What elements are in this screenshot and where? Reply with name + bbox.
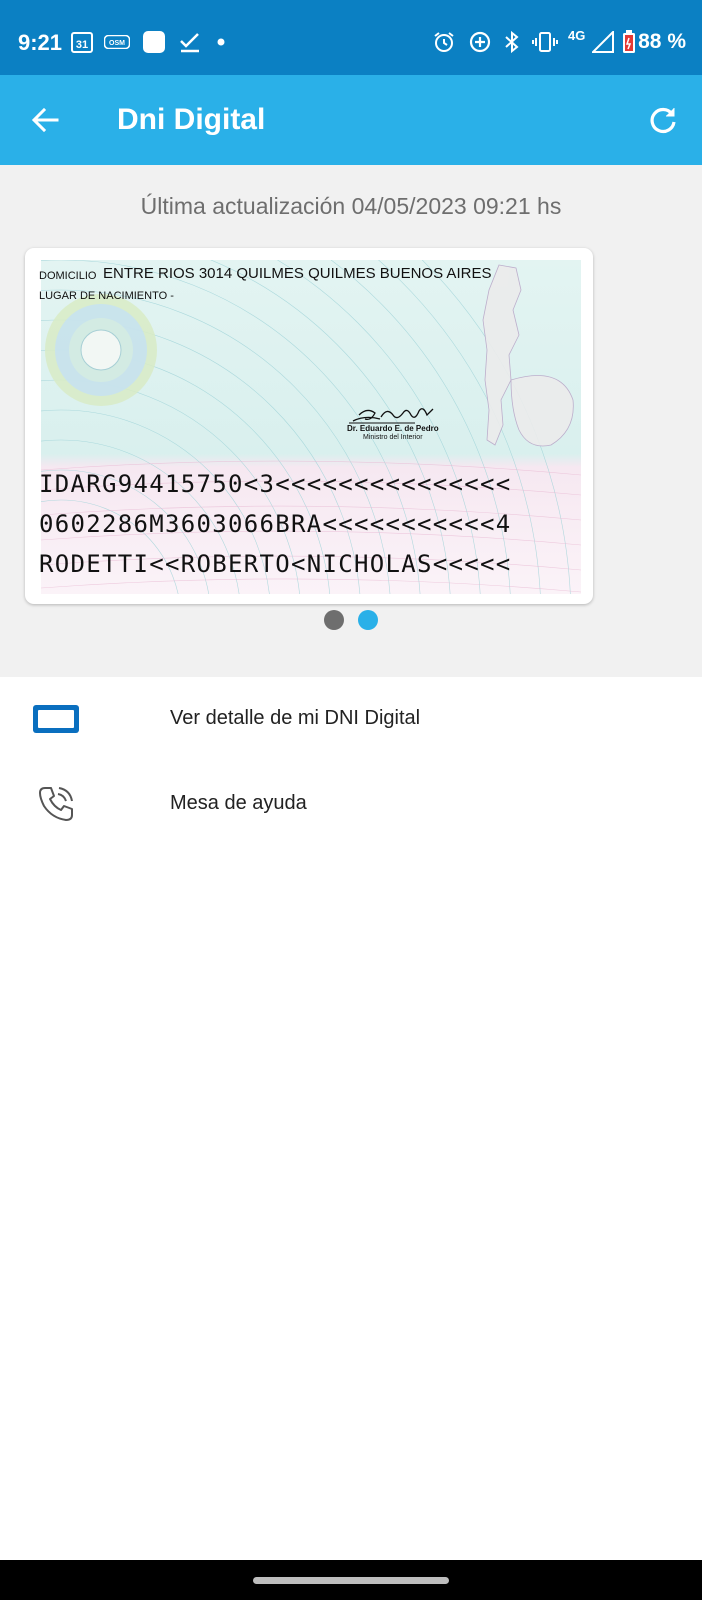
last-update-text: Última actualización 04/05/2023 09:21 hs — [140, 193, 562, 219]
dni-card-section: Última actualización 04/05/2023 09:21 hs — [0, 165, 702, 677]
signer-name: Dr. Eduardo E. de Pedro — [347, 424, 439, 433]
back-button[interactable] — [22, 97, 68, 143]
help-desk-label: Mesa de ayuda — [170, 792, 307, 814]
status-bar: 9:21 31 OSM 4G 88 % — [0, 0, 702, 75]
system-nav-bar — [0, 1560, 702, 1600]
bluetooth-icon — [502, 30, 522, 54]
page-dot-2-active[interactable] — [358, 610, 378, 630]
mrz-line-3: RODETTI<<ROBERTO<NICHOLAS<<<<< — [39, 550, 512, 578]
alarm-icon — [432, 30, 456, 54]
dni-card-back[interactable]: DOMICILIO ENTRE RIOS 3014 QUILMES QUILME… — [25, 248, 593, 604]
notification-app-icon — [142, 30, 166, 54]
security-pattern-icon — [41, 260, 581, 594]
more-notifications-dot-icon — [216, 30, 226, 54]
signer-role: Ministro del Interior — [363, 434, 423, 441]
view-dni-detail-item[interactable]: Ver detalle de mi DNI Digital — [0, 677, 702, 761]
battery-icon — [622, 30, 636, 54]
app-bar: Dni Digital — [0, 75, 702, 165]
page-indicator — [0, 610, 702, 632]
phone-call-icon — [32, 780, 80, 828]
mrz-line-2: 0602286M3603066BRA<<<<<<<<<<<4 — [39, 510, 512, 538]
birthplace-label: LUGAR DE NACIMIENTO - — [39, 290, 174, 302]
home-gesture-handle[interactable] — [253, 1577, 449, 1584]
domicilio-label: DOMICILIO — [39, 270, 97, 282]
task-done-icon — [178, 30, 202, 54]
page-title: Dni Digital — [117, 103, 266, 136]
calendar-icon: 31 — [70, 30, 94, 54]
network-type-label: 4G — [568, 28, 586, 43]
domicilio-value: ENTRE RIOS 3014 QUILMES QUILMES BUENOS A… — [103, 265, 492, 282]
signal-icon — [592, 30, 614, 54]
refresh-button[interactable] — [640, 97, 686, 143]
id-card-icon — [32, 695, 80, 743]
mrz-line-1: IDARG94415750<3<<<<<<<<<<<<<<< — [39, 470, 512, 498]
refresh-icon — [650, 107, 676, 134]
data-saver-icon — [468, 30, 492, 54]
status-time: 9:21 — [18, 30, 63, 55]
help-desk-item[interactable]: Mesa de ayuda — [0, 762, 702, 846]
page-dot-1[interactable] — [324, 610, 344, 630]
osm-app-icon: OSM — [104, 30, 130, 54]
battery-percent: 88 % — [638, 30, 686, 53]
vibrate-icon — [532, 30, 558, 54]
svg-text:31: 31 — [76, 39, 88, 51]
view-dni-detail-label: Ver detalle de mi DNI Digital — [170, 707, 421, 729]
svg-text:OSM: OSM — [109, 40, 125, 47]
arrow-left-icon — [31, 107, 59, 133]
